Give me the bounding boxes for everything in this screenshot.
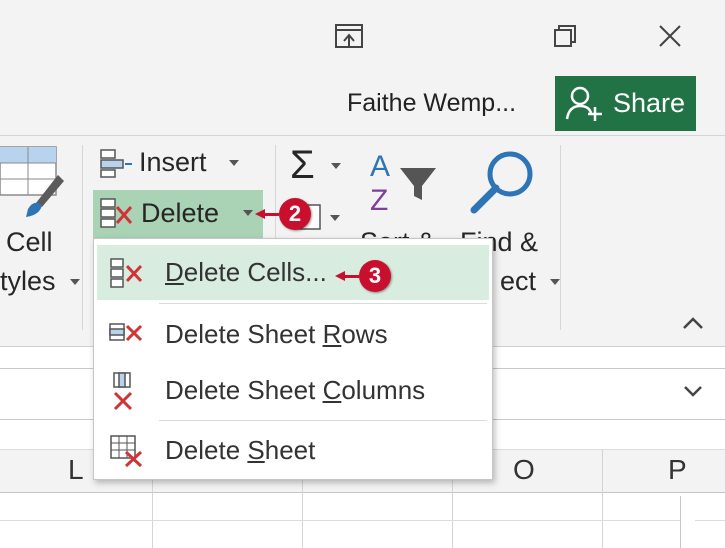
collapse-ribbon-button[interactable]	[680, 312, 706, 334]
menu-item-delete-cells[interactable]: Delete Cells...	[97, 245, 489, 300]
callout-line	[345, 274, 359, 278]
menu-separator	[159, 420, 487, 421]
ribbon-group-separator	[560, 145, 561, 330]
cell-styles-label: Cell	[6, 227, 53, 257]
menu-item-label: Delete Sheet Rows	[165, 319, 388, 350]
delete-columns-icon	[113, 371, 133, 410]
add-person-icon	[565, 86, 602, 121]
label-post: ows	[341, 319, 388, 349]
ribbon-display-options-button[interactable]	[327, 14, 371, 58]
column-header-o[interactable]: O	[513, 454, 535, 486]
callout-arrow-icon	[255, 209, 265, 219]
chevron-down-icon	[330, 162, 341, 169]
menu-item-label: Delete Sheet	[165, 435, 315, 466]
find-select-button[interactable]	[466, 148, 538, 223]
cell-styles-label-2: tyles	[0, 266, 80, 297]
share-button[interactable]: Share	[555, 76, 696, 131]
restore-window-icon	[554, 25, 576, 47]
label-pre: Delete	[165, 435, 248, 465]
menu-item-label: Delete Sheet Columns	[165, 375, 425, 406]
insert-cells-icon	[100, 148, 132, 178]
label-post: olumns	[341, 375, 426, 405]
grid-row-line	[0, 520, 725, 521]
column-divider	[602, 449, 603, 548]
label-pre: Delete Sheet	[165, 319, 323, 349]
menu-item-delete-sheet[interactable]: Delete Sheet	[97, 423, 489, 478]
sort-a-letter: A	[370, 150, 390, 183]
access-key: C	[322, 375, 342, 405]
magnifier-icon	[470, 151, 533, 214]
chevron-up-icon	[683, 317, 703, 329]
restore-ribbon-icon	[335, 24, 363, 48]
label-post: elete Cells...	[183, 257, 327, 287]
callout-step-2: 2	[255, 198, 311, 230]
close-icon	[659, 25, 681, 47]
close-window-button[interactable]	[648, 14, 692, 58]
expand-formula-bar-button[interactable]	[682, 382, 704, 405]
menu-separator	[159, 303, 487, 304]
insert-label: Insert	[139, 147, 207, 177]
callout-number: 2	[279, 198, 311, 230]
label-post: heet	[264, 435, 316, 465]
delete-button[interactable]: Delete	[99, 197, 254, 229]
access-key: S	[247, 435, 265, 465]
menu-item-delete-sheet-rows[interactable]: Delete Sheet Rows	[97, 307, 489, 362]
delete-rows-icon	[109, 322, 143, 341]
vertical-scrollbar[interactable]	[680, 496, 695, 548]
cell-styles-button[interactable]	[0, 145, 66, 228]
autosum-button[interactable]: Σ	[290, 143, 341, 188]
column-header-p[interactable]: P	[668, 454, 687, 486]
access-key: R	[322, 319, 342, 349]
label-pre: Delete Sheet	[165, 375, 323, 405]
delete-label: Delete	[141, 197, 220, 228]
insert-button[interactable]: Insert	[99, 147, 239, 178]
cell-styles-text: tyles	[0, 266, 56, 296]
callout-number: 3	[359, 260, 391, 292]
restore-window-button[interactable]	[543, 14, 587, 58]
delete-cells-icon	[100, 198, 133, 228]
share-label: Share	[613, 88, 686, 118]
delete-cells-icon	[110, 257, 143, 288]
chevron-down-icon	[228, 159, 239, 166]
delete-dropdown-menu: Delete Cells... Delete Sheet Rows Delete…	[93, 238, 493, 480]
sigma-icon: Σ	[290, 143, 315, 187]
column-header-l[interactable]: L	[68, 454, 84, 486]
chevron-down-icon	[684, 386, 702, 397]
find-select-text: ect	[500, 266, 537, 296]
access-key: D	[165, 257, 184, 287]
callout-arrow-icon	[335, 271, 345, 281]
user-name[interactable]: Faithe Wemp...	[347, 89, 516, 118]
delete-sheet-icon	[110, 434, 143, 467]
sort-filter-icon: A Z	[370, 150, 436, 217]
callout-step-3: 3	[335, 260, 391, 292]
sort-z-letter: Z	[370, 184, 388, 216]
menu-item-label: Delete Cells...	[165, 257, 327, 288]
find-select-label-2: ect	[500, 266, 561, 297]
callout-line	[265, 212, 279, 216]
chevron-down-icon	[69, 278, 80, 285]
chevron-down-icon	[243, 210, 254, 216]
ribbon-group-separator	[82, 145, 83, 330]
sort-filter-button[interactable]: A Z	[368, 148, 440, 221]
cell-styles-icon	[0, 146, 64, 217]
menu-item-delete-sheet-columns[interactable]: Delete Sheet Columns	[97, 363, 489, 418]
chevron-down-icon	[550, 278, 561, 285]
